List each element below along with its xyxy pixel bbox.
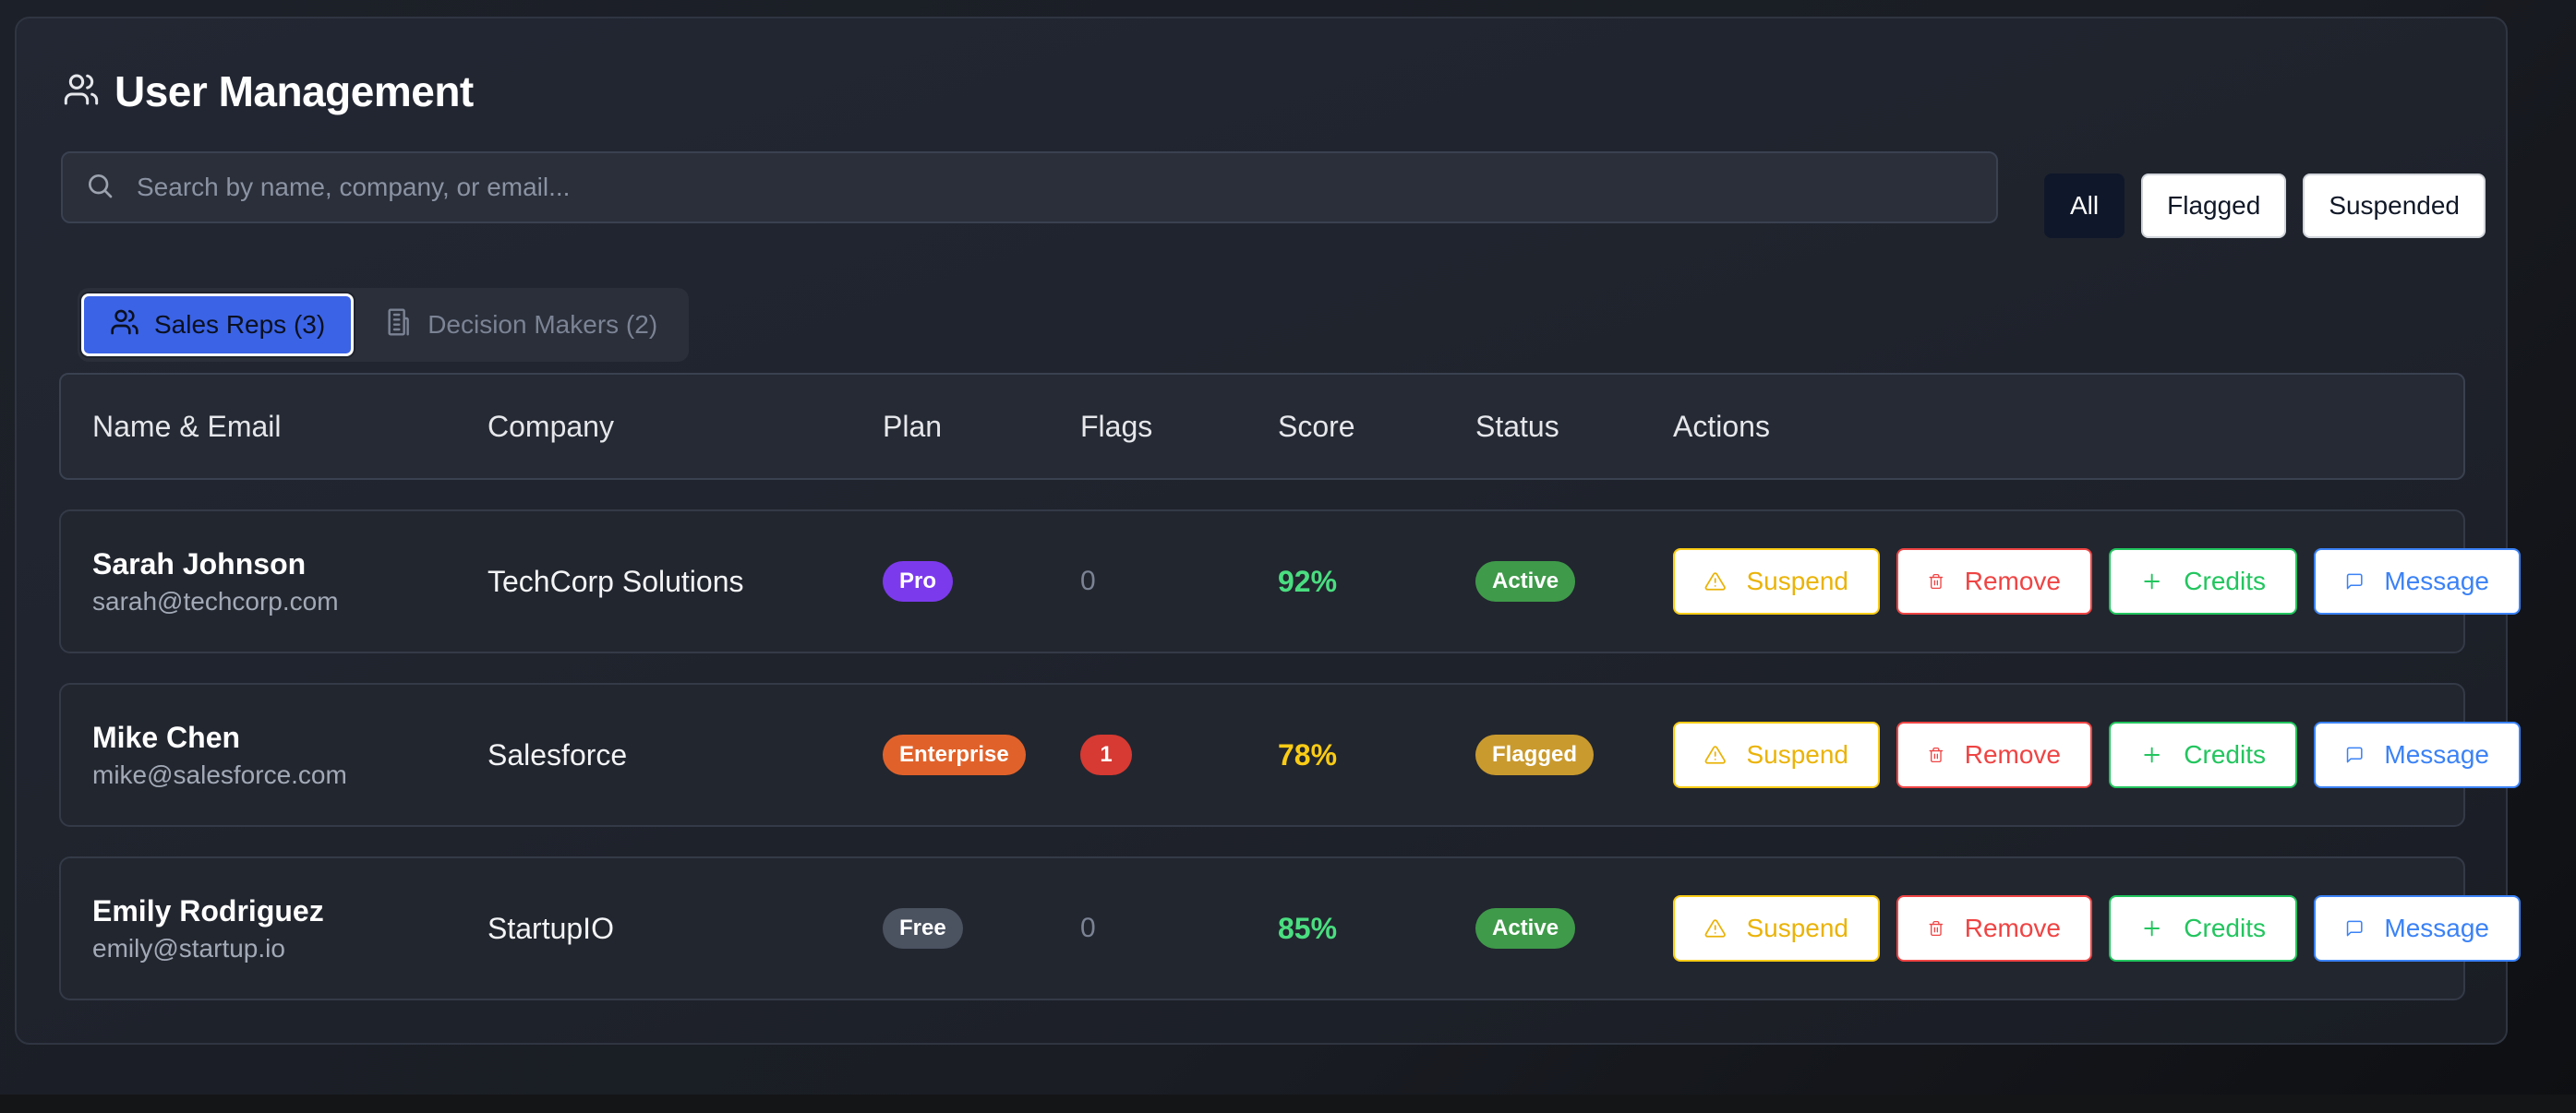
trash-icon: [1929, 747, 1944, 763]
user-name: Emily Rodriguez: [92, 893, 324, 928]
status-badge: Active: [1475, 561, 1576, 602]
user-name: Sarah Johnson: [92, 546, 307, 580]
column-header-actions: Actions: [1673, 409, 1770, 443]
warning-icon: [1704, 919, 1726, 938]
user-type-tabs: Sales Reps (3) Decision Makers (2): [78, 288, 689, 362]
search-icon: [85, 171, 114, 205]
trash-icon: [1929, 573, 1944, 590]
table-row: Mike Chen mike@salesforce.com Salesforce…: [59, 683, 2521, 827]
message-label: Message: [2384, 567, 2489, 595]
message-button[interactable]: Message: [2314, 895, 2521, 962]
remove-button[interactable]: Remove: [1896, 548, 2092, 615]
page-title: User Management: [114, 67, 474, 115]
trash-icon: [1929, 920, 1944, 937]
score-value: 92%: [1278, 564, 1338, 598]
credits-label: Credits: [2184, 914, 2266, 942]
status-badge: Flagged: [1475, 735, 1595, 775]
tab-sales-reps[interactable]: Sales Reps (3): [81, 293, 355, 356]
suspend-button[interactable]: Suspend: [1673, 548, 1880, 615]
table-row: Sarah Johnson sarah@techcorp.com TechCor…: [59, 509, 2521, 653]
message-icon: [2346, 747, 2363, 763]
user-email: emily@startup.io: [92, 933, 285, 963]
score-value: 85%: [1278, 911, 1338, 945]
suspend-label: Suspend: [1746, 740, 1848, 769]
row-actions: Suspend Remove Credits Message: [1673, 685, 2521, 825]
page-header: User Management: [63, 66, 474, 116]
remove-button[interactable]: Remove: [1896, 722, 2092, 788]
flags-badge: 1: [1080, 735, 1132, 775]
user-email: sarah@techcorp.com: [92, 586, 339, 616]
building-icon: [383, 307, 413, 343]
remove-button[interactable]: Remove: [1896, 895, 2092, 962]
column-header-flags: Flags: [1080, 409, 1153, 443]
message-icon: [2346, 573, 2363, 590]
message-button[interactable]: Message: [2314, 548, 2521, 615]
flags-count: 0: [1080, 913, 1096, 943]
tab-decision-makers[interactable]: Decision Makers (2): [357, 293, 683, 356]
row-actions: Suspend Remove Credits Message: [1673, 511, 2521, 652]
column-header-plan: Plan: [883, 409, 943, 443]
credits-label: Credits: [2184, 740, 2266, 769]
remove-label: Remove: [1964, 914, 2061, 942]
message-button[interactable]: Message: [2314, 722, 2521, 788]
table-header: Name & Email Company Plan Flags Score St…: [59, 373, 2465, 480]
score-value: 78%: [1278, 737, 1338, 772]
suspend-label: Suspend: [1746, 914, 1848, 942]
credits-button[interactable]: Credits: [2109, 722, 2297, 788]
search-input[interactable]: [135, 172, 1996, 203]
column-header-name: Name & Email: [92, 409, 282, 443]
user-email: mike@salesforce.com: [92, 760, 347, 789]
filter-group: All Flagged Suspended: [2044, 174, 2486, 238]
plan-badge: Pro: [883, 561, 954, 602]
plan-badge: Enterprise: [883, 735, 1026, 775]
status-badge: Active: [1475, 908, 1576, 949]
tab-label: Decision Makers (2): [427, 310, 658, 339]
remove-label: Remove: [1964, 567, 2061, 595]
filter-suspended-button[interactable]: Suspended: [2303, 174, 2486, 238]
warning-icon: [1704, 572, 1726, 591]
plus-icon: [2144, 573, 2160, 590]
message-label: Message: [2384, 740, 2489, 769]
company-name: TechCorp Solutions: [488, 564, 744, 598]
user-name: Mike Chen: [92, 720, 241, 754]
users-icon: [110, 307, 139, 343]
credits-label: Credits: [2184, 567, 2266, 595]
flags-count: 0: [1080, 566, 1096, 596]
tab-label: Sales Reps (3): [154, 310, 326, 339]
filter-flagged-button[interactable]: Flagged: [2141, 174, 2287, 238]
plus-icon: [2144, 920, 2160, 937]
message-label: Message: [2384, 914, 2489, 942]
company-name: Salesforce: [488, 737, 628, 772]
search-box[interactable]: [61, 151, 1998, 223]
users-icon: [63, 71, 100, 113]
row-actions: Suspend Remove Credits Message: [1673, 858, 2521, 999]
plan-badge: Free: [883, 908, 963, 949]
filter-all-button[interactable]: All: [2044, 174, 2125, 238]
company-name: StartupIO: [488, 911, 614, 945]
credits-button[interactable]: Credits: [2109, 895, 2297, 962]
table-row: Emily Rodriguez emily@startup.io Startup…: [59, 856, 2521, 1000]
column-header-company: Company: [488, 409, 614, 443]
column-header-score: Score: [1278, 409, 1355, 443]
column-header-status: Status: [1475, 409, 1559, 443]
message-icon: [2346, 920, 2363, 937]
warning-icon: [1704, 746, 1726, 764]
suspend-button[interactable]: Suspend: [1673, 722, 1880, 788]
suspend-label: Suspend: [1746, 567, 1848, 595]
remove-label: Remove: [1964, 740, 2061, 769]
window-bottom-strip: [0, 1095, 2576, 1113]
suspend-button[interactable]: Suspend: [1673, 895, 1880, 962]
credits-button[interactable]: Credits: [2109, 548, 2297, 615]
plus-icon: [2144, 747, 2160, 763]
